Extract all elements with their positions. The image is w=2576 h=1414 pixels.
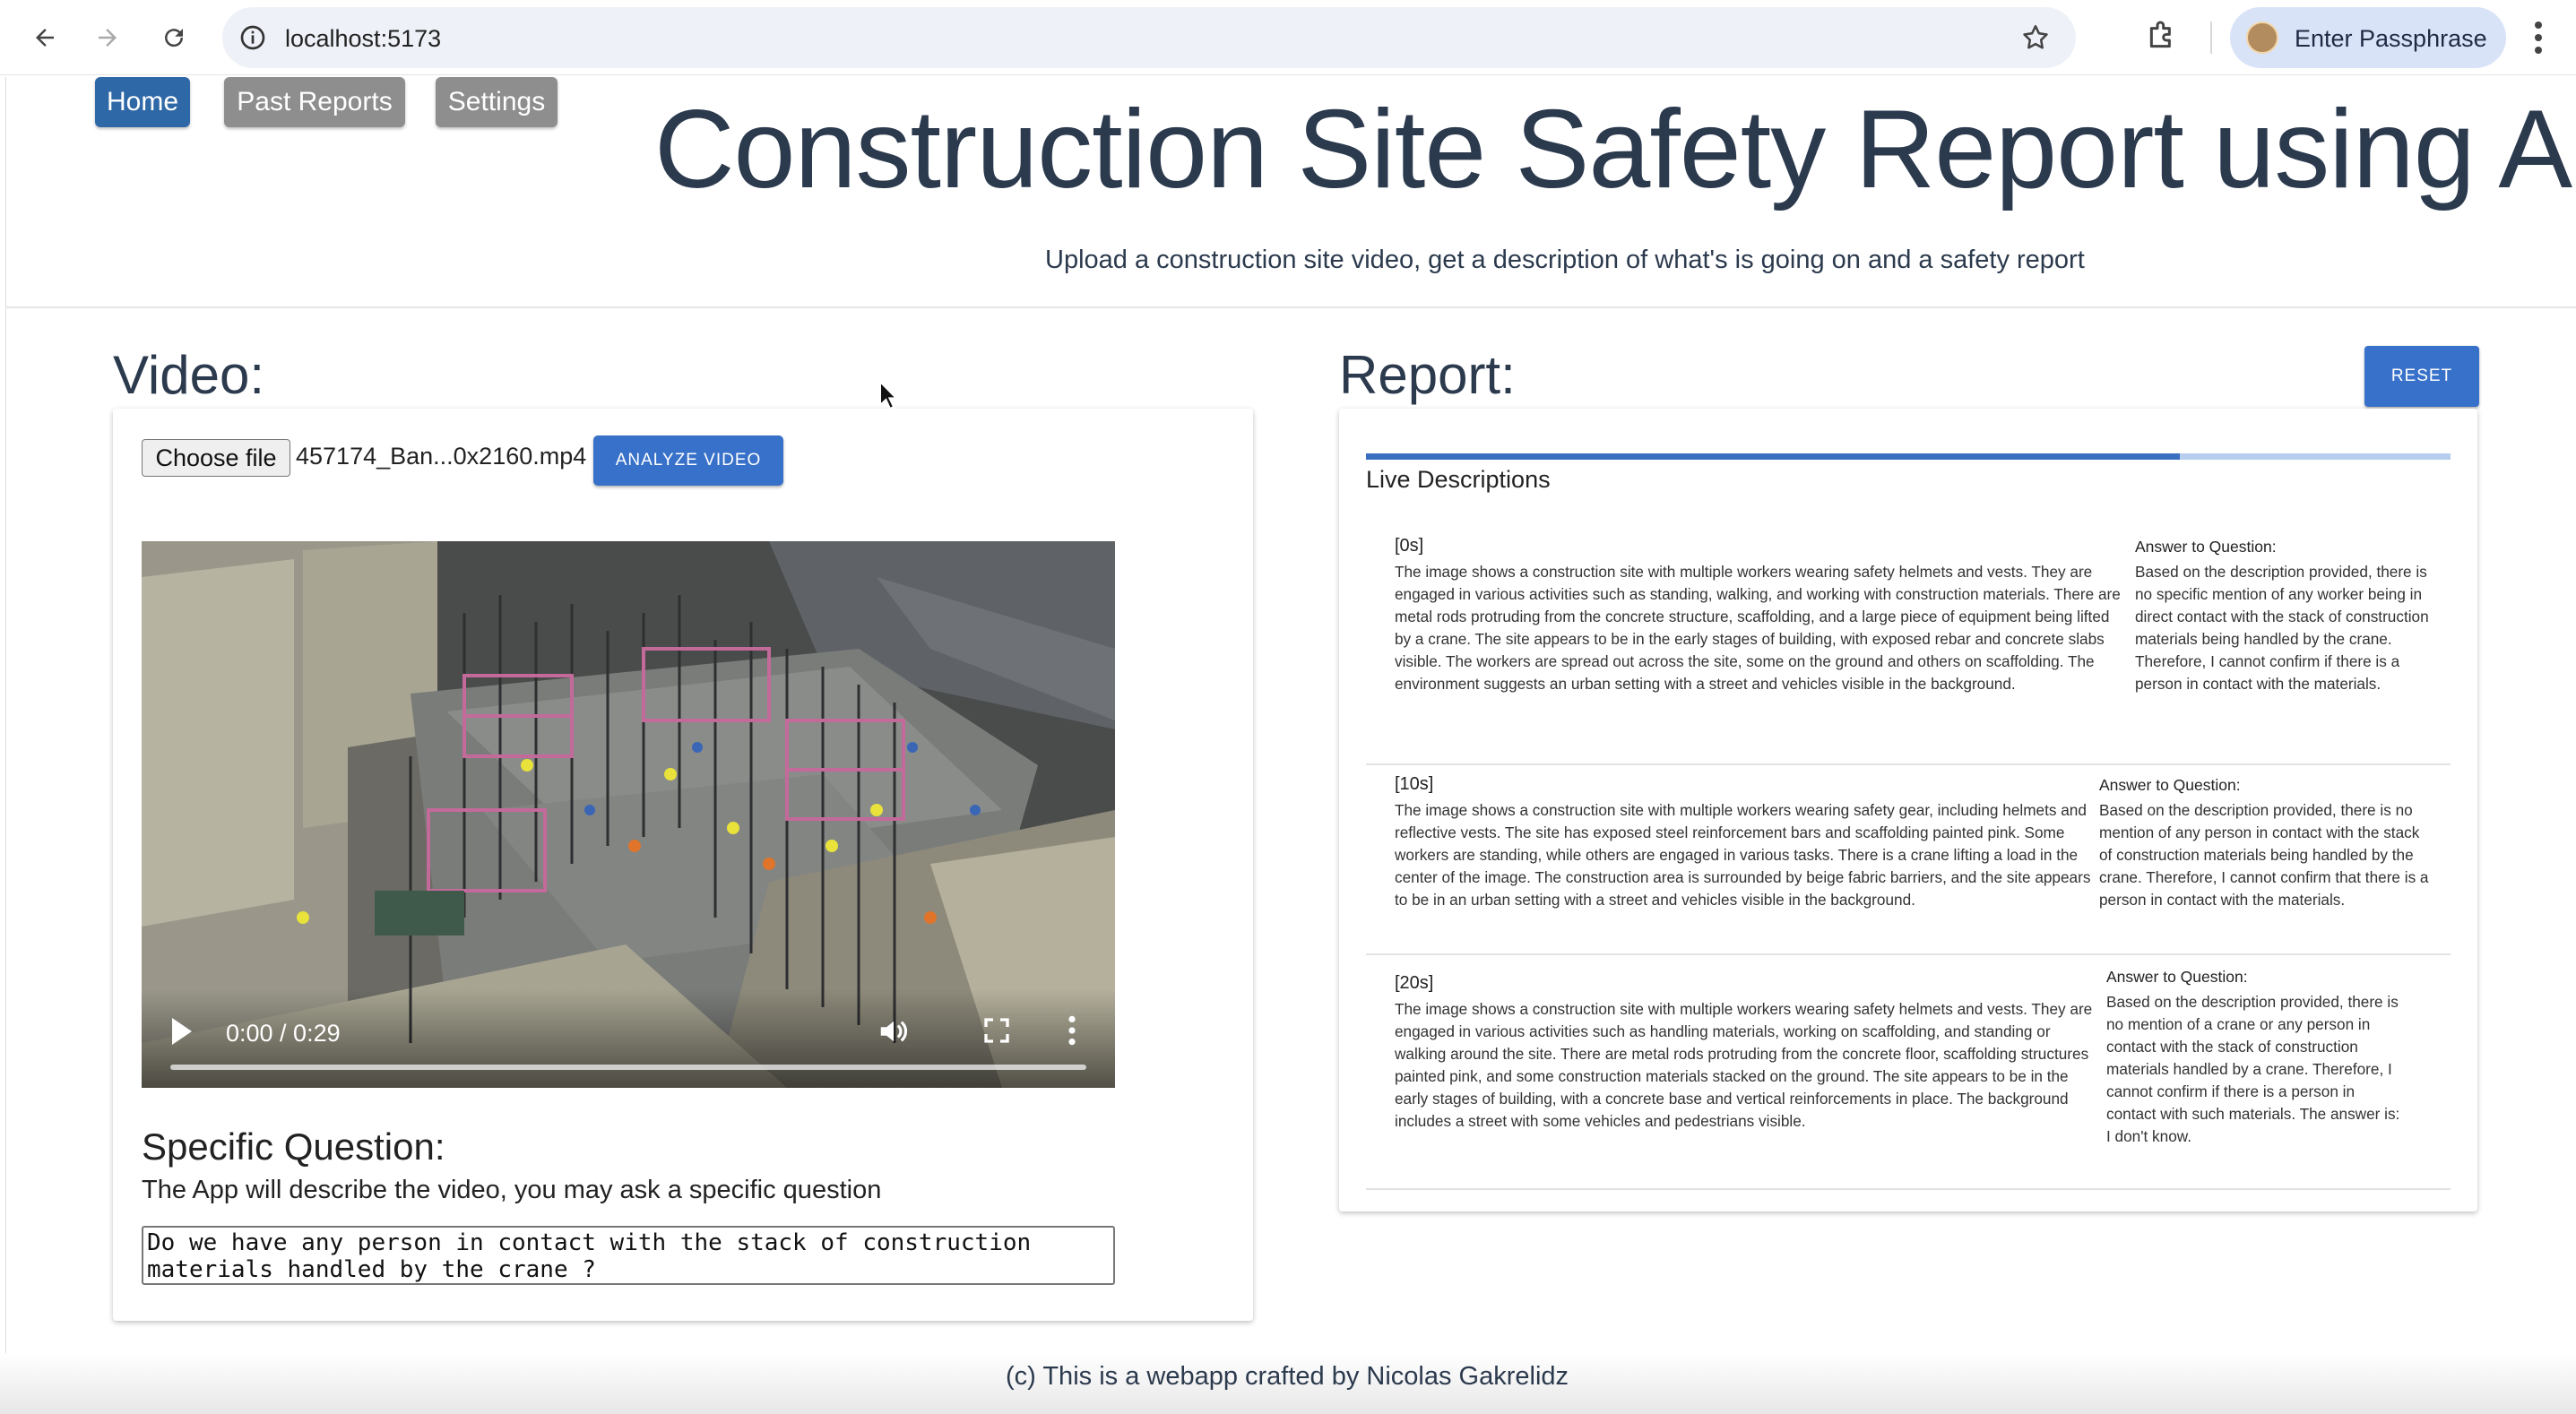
profile-avatar: [2246, 22, 2278, 54]
selected-file-name: 457174_Ban...0x2160.mp4: [296, 443, 587, 470]
header-divider: [5, 306, 2576, 308]
entry-timestamp: [20s]: [1395, 973, 1434, 993]
video-section-title: Video:: [113, 345, 265, 405]
entry-answer: Based on the description provided, there…: [2135, 563, 2429, 693]
reset-button[interactable]: RESET: [2364, 346, 2479, 407]
report-card: Live Descriptions [0s] The image shows a…: [1339, 409, 2477, 1211]
volume-icon[interactable]: [877, 1014, 911, 1053]
page-title: Construction Site Safety Report using AI: [654, 88, 2576, 211]
video-seek-bar[interactable]: [170, 1065, 1086, 1070]
answer-title: Answer to Question:: [2099, 776, 2241, 794]
bookmark-star-icon[interactable]: [2020, 22, 2051, 57]
fullscreen-icon[interactable]: [982, 1016, 1011, 1049]
browser-toolbar: localhost:5173 Enter Passphrase: [0, 0, 2576, 75]
report-section-title: Report:: [1339, 345, 1516, 405]
settings-button[interactable]: Settings: [436, 77, 558, 127]
video-player[interactable]: 0:00 / 0:29: [142, 541, 1115, 1088]
url-text: localhost:5173: [285, 25, 442, 52]
entry-timestamp: [10s]: [1395, 774, 1434, 794]
back-arrow-icon[interactable]: [25, 18, 65, 57]
video-card: Choose file 457174_Ban...0x2160.mp4 ANAL…: [113, 409, 1253, 1321]
progress-fill: [1366, 453, 2180, 460]
entry-description: The image shows a construction site with…: [1395, 563, 2121, 693]
question-hint: The App will describe the video, you may…: [142, 1176, 882, 1204]
reload-icon[interactable]: [154, 18, 194, 57]
progress-bar: [1366, 453, 2451, 460]
analyze-video-button[interactable]: ANALYZE VIDEO: [593, 435, 783, 486]
entry-timestamp: [0s]: [1395, 536, 1424, 556]
page-subtitle: Upload a construction site video, get a …: [1045, 246, 2085, 274]
choose-file-button[interactable]: Choose file: [142, 439, 290, 477]
question-textarea[interactable]: Do we have any person in contact with th…: [142, 1226, 1115, 1285]
footer-text: (c) This is a webapp crafted by Nicolas …: [1006, 1362, 1569, 1391]
answer-title: Answer to Question:: [2106, 968, 2248, 986]
mouse-cursor-icon: [878, 379, 899, 415]
report-entry: [10s] The image shows a construction sit…: [1366, 774, 2451, 955]
entry-answer: Based on the description provided, there…: [2099, 801, 2429, 909]
entry-description: The image shows a construction site with…: [1395, 1000, 2093, 1130]
live-descriptions-label: Live Descriptions: [1366, 466, 1551, 493]
entry-answer: Based on the description provided, there…: [2106, 993, 2400, 1145]
profile-label: Enter Passphrase: [2295, 25, 2487, 52]
site-info-icon[interactable]: [238, 23, 267, 56]
answer-title: Answer to Question:: [2135, 538, 2277, 556]
forward-arrow-icon[interactable]: [88, 18, 127, 57]
more-options-icon[interactable]: [1067, 1014, 1077, 1051]
extensions-icon[interactable]: [2144, 18, 2180, 58]
play-icon[interactable]: [169, 1016, 194, 1051]
entry-description: The image shows a construction site with…: [1395, 801, 2091, 909]
browser-menu-icon[interactable]: [2533, 20, 2544, 60]
video-controls: 0:00 / 0:29: [142, 989, 1115, 1088]
past-reports-button[interactable]: Past Reports: [224, 77, 405, 127]
profile-button[interactable]: Enter Passphrase: [2230, 7, 2506, 68]
question-title: Specific Question:: [142, 1125, 445, 1168]
video-time: 0:00 / 0:29: [226, 1020, 341, 1047]
address-bar[interactable]: localhost:5173: [222, 7, 2076, 68]
toolbar-separator: [2210, 22, 2212, 54]
home-button[interactable]: Home: [95, 77, 190, 127]
report-entry: [20s] The image shows a construction sit…: [1366, 968, 2451, 1190]
report-entry: [0s] The image shows a construction site…: [1366, 536, 2451, 765]
